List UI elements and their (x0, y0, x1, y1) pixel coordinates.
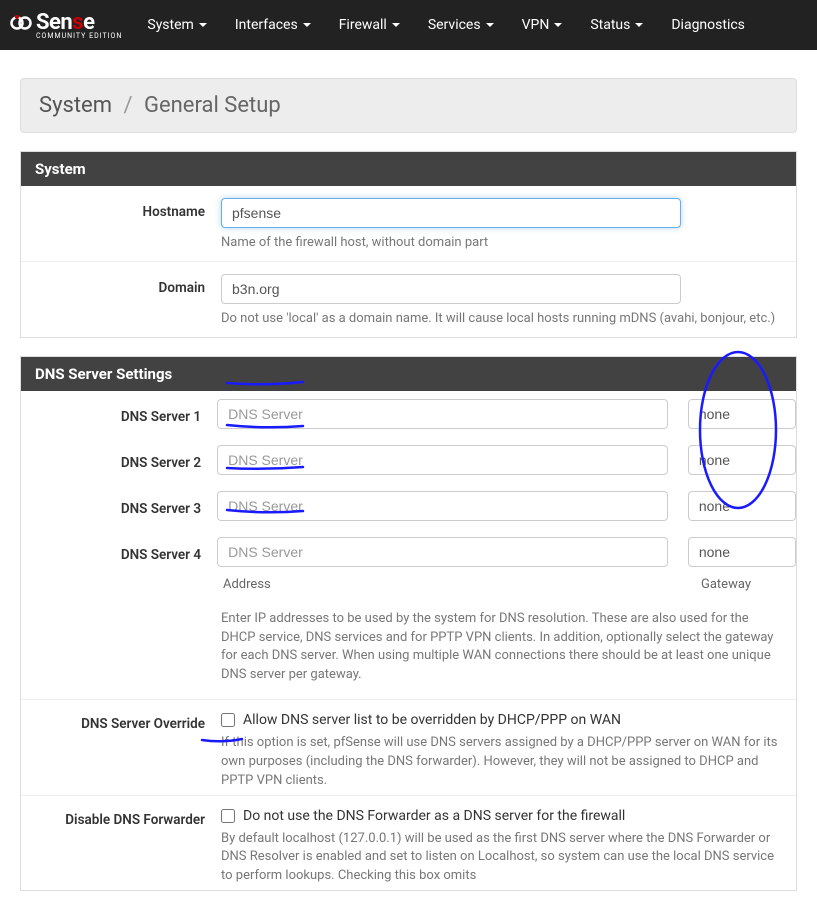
nav-firewall[interactable]: Firewall (339, 17, 400, 33)
dns1-label: DNS Server 1 (21, 403, 217, 425)
domain-input[interactable] (221, 274, 681, 304)
dns-override-checkbox[interactable] (221, 713, 235, 727)
dns2-gateway-select[interactable]: none (688, 445, 796, 475)
dns-panel-heading: DNS Server Settings (21, 357, 796, 391)
dns-gateway-col-label: Gateway (701, 577, 751, 592)
dns-address-col-label: Address (221, 577, 701, 592)
logo-subtitle: COMMUNITY EDITION (36, 33, 122, 40)
chevron-down-icon (303, 23, 311, 27)
hostname-input[interactable] (221, 198, 681, 228)
dns1-input[interactable] (217, 399, 668, 429)
disable-dns-fwd-checkbox[interactable] (221, 809, 235, 823)
logo[interactable]: Sense COMMUNITY EDITION (10, 10, 122, 40)
breadcrumb: System / General Setup (20, 78, 797, 133)
chevron-down-icon (635, 23, 643, 27)
dns4-input[interactable] (217, 537, 668, 567)
dns3-input[interactable] (217, 491, 668, 521)
hostname-help: Name of the firewall host, without domai… (221, 234, 786, 253)
dns2-input[interactable] (217, 445, 668, 475)
dns3-label: DNS Server 3 (21, 495, 217, 517)
disable-dns-fwd-chk-text: Do not use the DNS Forwarder as a DNS se… (243, 808, 625, 824)
dns-override-help: If this option is set, pfSense will use … (221, 734, 786, 791)
system-panel-heading: System (21, 152, 796, 186)
chevron-down-icon (554, 23, 562, 27)
nav-services[interactable]: Services (428, 17, 494, 33)
dns1-gateway-select[interactable]: none (688, 399, 796, 429)
breadcrumb-current: General Setup (144, 93, 281, 118)
disable-dns-fwd-help: By default localhost (127.0.0.1) will be… (221, 830, 786, 887)
nav-system[interactable]: System (147, 17, 206, 33)
dns-help: Enter IP addresses to be used by the sys… (221, 610, 786, 685)
hostname-label: Hostname (21, 198, 221, 253)
nav-diagnostics[interactable]: Diagnostics (671, 17, 745, 33)
dns4-gateway-select[interactable]: none (688, 537, 796, 567)
chevron-down-icon (199, 23, 207, 27)
chevron-down-icon (392, 23, 400, 27)
nav-vpn[interactable]: VPN (522, 17, 563, 33)
disable-dns-fwd-label: Disable DNS Forwarder (21, 806, 221, 887)
breadcrumb-root[interactable]: System (39, 93, 112, 118)
dns2-label: DNS Server 2 (21, 449, 217, 471)
domain-label: Domain (21, 274, 221, 329)
chevron-down-icon (486, 23, 494, 27)
breadcrumb-separator: / (123, 93, 132, 118)
domain-help: Do not use 'local' as a domain name. It … (221, 310, 786, 329)
dns-override-chk-text: Allow DNS server list to be overridden b… (243, 712, 621, 728)
dns-panel: DNS Server Settings DNS Server 1 none DN… (20, 356, 797, 891)
top-navbar: Sense COMMUNITY EDITION System Interface… (0, 0, 817, 50)
nav-interfaces[interactable]: Interfaces (235, 17, 311, 33)
dns3-gateway-select[interactable]: none (688, 491, 796, 521)
system-panel: System Hostname Name of the firewall hos… (20, 151, 797, 338)
nav-status[interactable]: Status (590, 17, 643, 33)
logo-icon (10, 12, 32, 38)
dns4-label: DNS Server 4 (21, 541, 217, 563)
